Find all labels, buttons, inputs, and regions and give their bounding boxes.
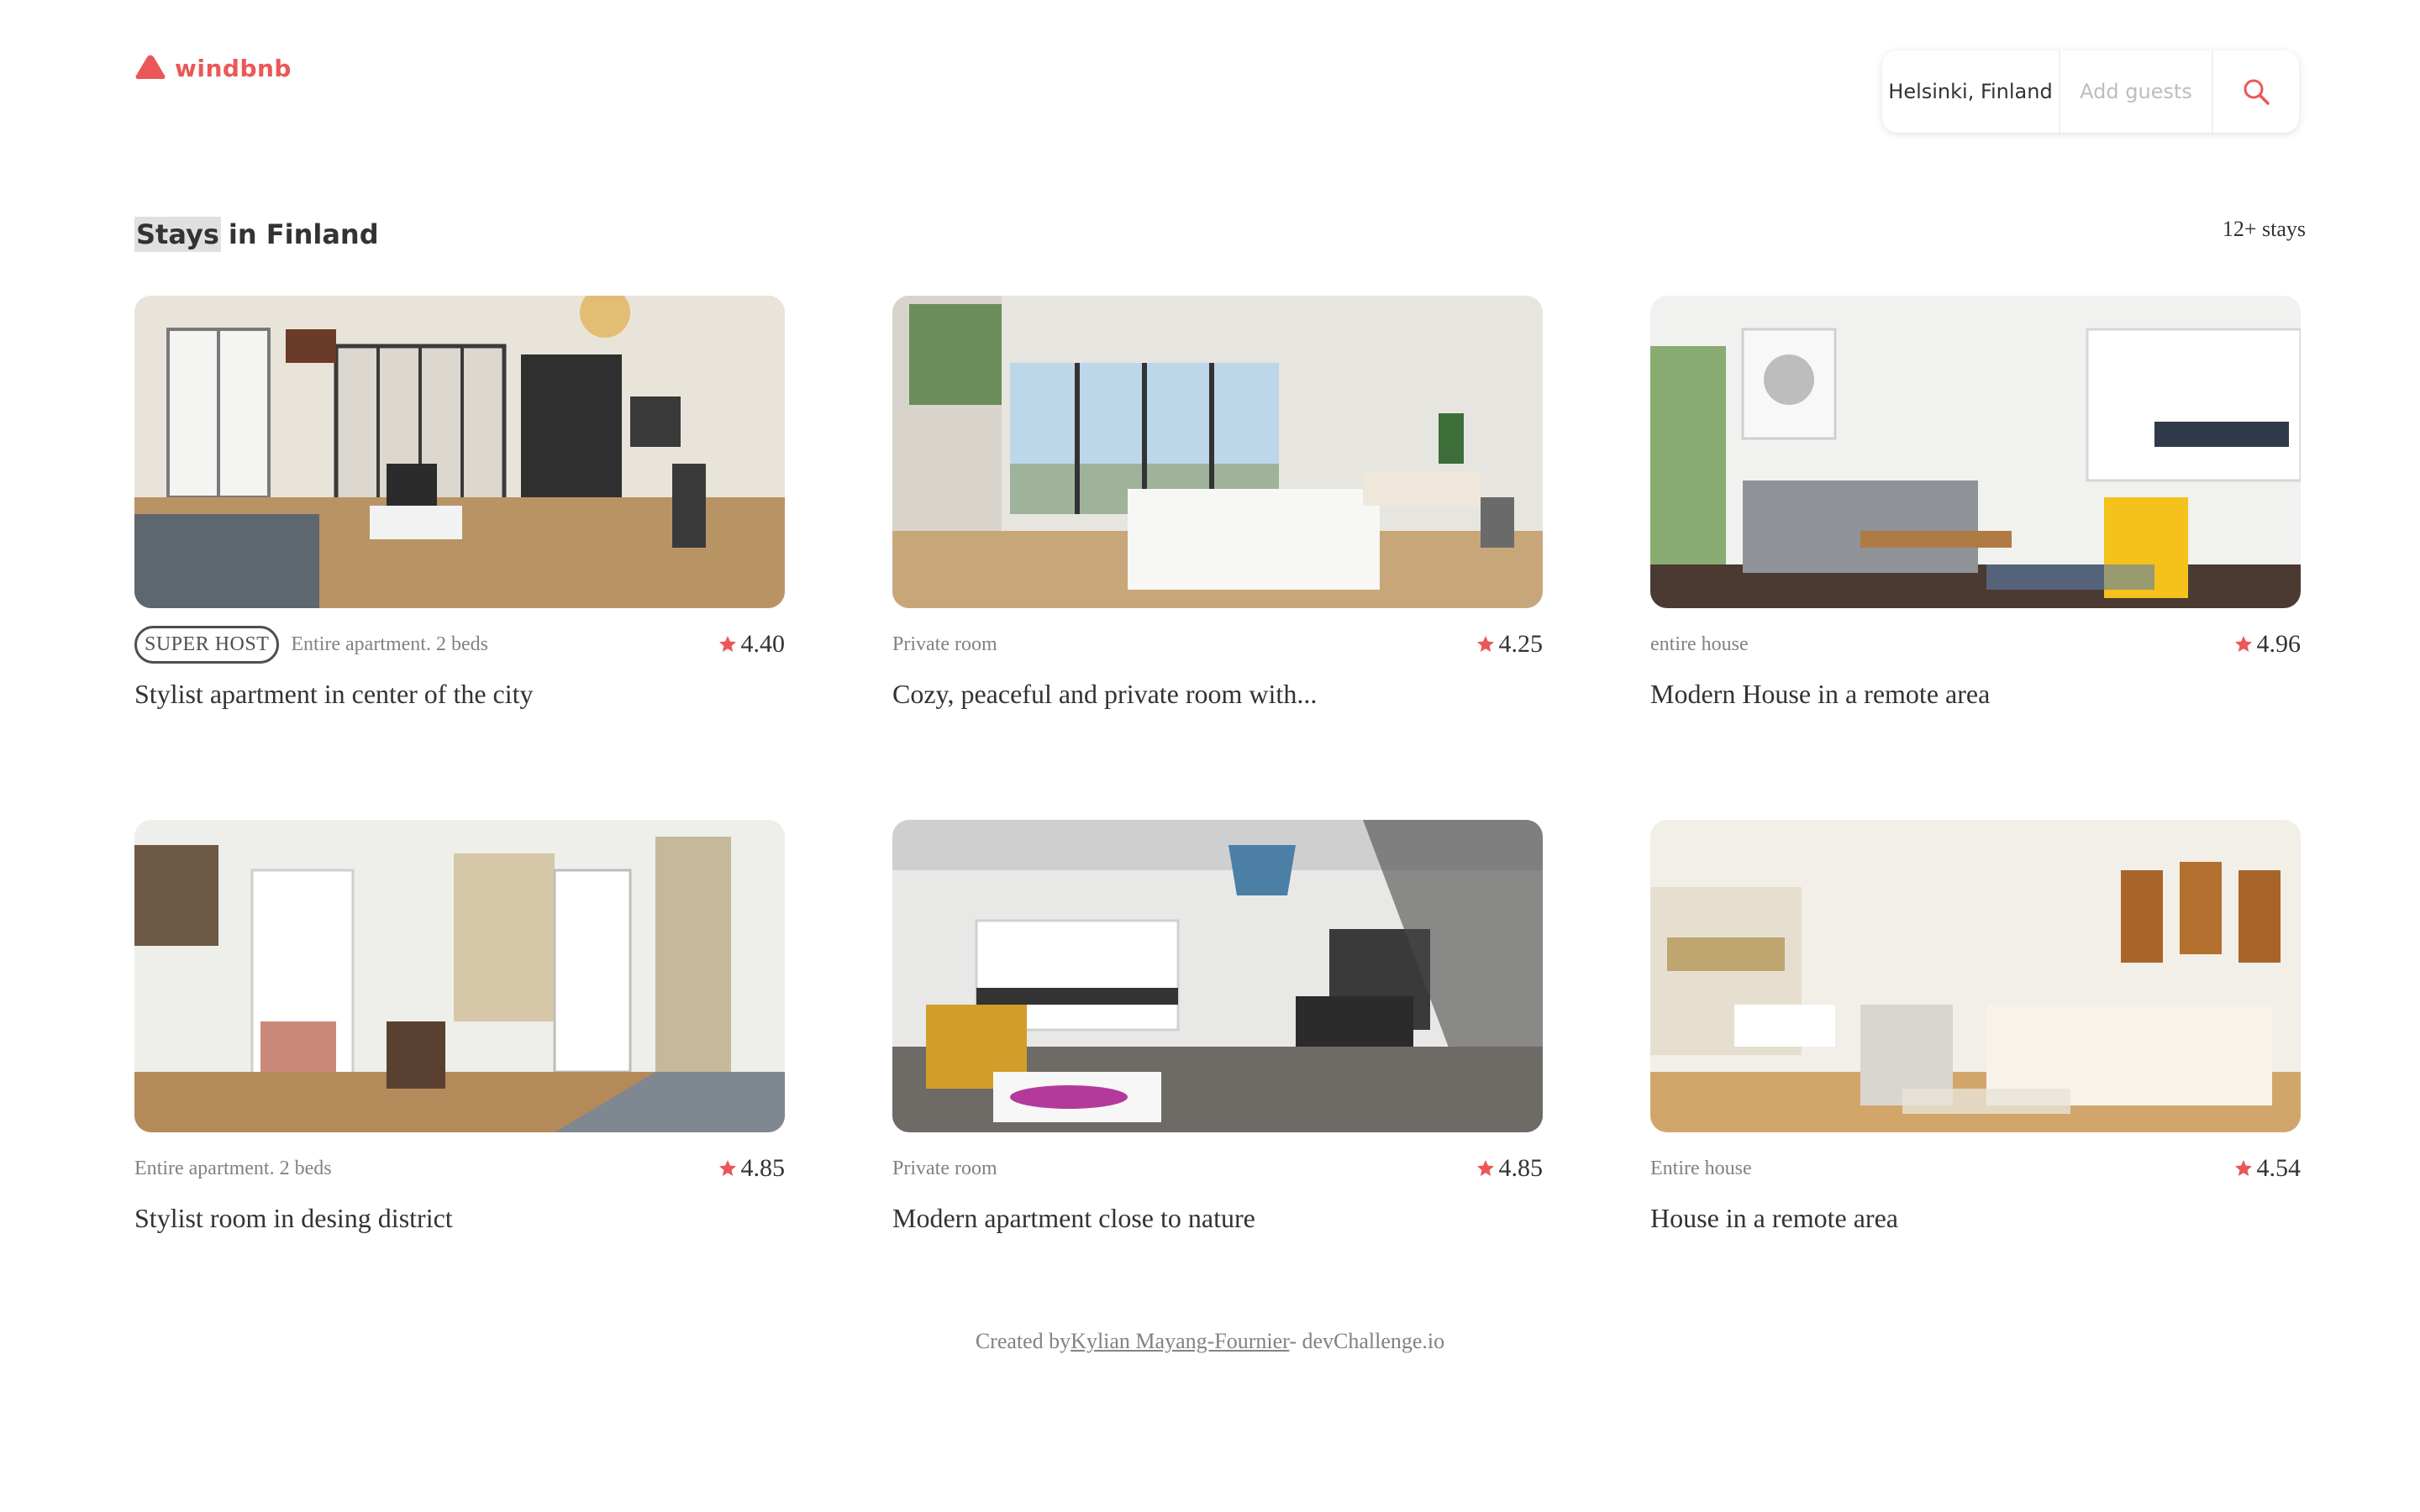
page-title-rest: in Finland [228,218,379,250]
footer-suffix: - devChallenge.io [1289,1329,1445,1353]
stay-rating: 4.85 [718,1147,786,1189]
stay-title[interactable]: Stylist apartment in center of the city [134,679,785,710]
stay-photo[interactable] [134,296,785,608]
author-link[interactable]: Kylian Mayang-Fournier [1071,1329,1289,1353]
stay-type: Entire apartment. 2 beds [291,633,488,655]
stay-card[interactable]: Entire house 4.54 House in a remote area [1650,820,2301,1234]
stay-rating: 4.96 [2233,623,2302,665]
stay-title[interactable]: House in a remote area [1650,1203,2301,1234]
superhost-badge: SUPER HOST [134,625,280,664]
rating-value: 4.96 [2256,630,2302,658]
star-icon [718,1160,736,1176]
stays-count: 12+ stays [2222,217,2306,241]
rating-value: 4.25 [1498,630,1544,658]
room-photo-illustration [892,296,1543,608]
stay-rating: 4.85 [1476,1147,1544,1189]
star-icon [718,636,736,652]
page-title-highlight: Stays [134,217,221,252]
search-button[interactable] [2213,50,2299,133]
stay-title[interactable]: Modern House in a remote area [1650,679,2301,710]
brand-logo[interactable]: windbnb [134,54,292,82]
stay-type: Private room [892,633,997,655]
stay-title[interactable]: Stylist room in desing district [134,1203,785,1234]
room-photo-illustration [1650,820,2301,1132]
location-field[interactable]: Helsinki, Finland [1882,80,2059,103]
rating-value: 4.54 [2256,1154,2302,1182]
brand-name: windbnb [175,54,292,82]
stay-photo[interactable] [892,820,1543,1132]
stay-photo[interactable] [134,820,785,1132]
stay-photo[interactable] [1650,296,2301,608]
stay-type: Entire apartment. 2 beds [134,1157,332,1179]
stay-rating: 4.54 [2233,1147,2302,1189]
star-icon [2234,1160,2252,1176]
stay-card[interactable]: Private room 4.25 Cozy, peaceful and pri… [892,296,1543,710]
rating-value: 4.85 [740,1154,786,1182]
star-icon [1476,1160,1494,1176]
stay-card[interactable]: Entire apartment. 2 beds 4.85 Stylist ro… [134,820,785,1234]
room-photo-illustration [1650,296,2301,608]
stay-rating: 4.40 [718,623,786,665]
stay-rating: 4.25 [1476,623,1544,665]
stay-type: Private room [892,1157,997,1179]
guests-field[interactable]: Add guests [2060,80,2212,103]
rating-value: 4.40 [740,630,786,658]
star-icon [2234,636,2252,652]
footer: Created byKylian Mayang-Fournier- devCha… [0,1329,2420,1354]
room-photo-illustration [892,820,1543,1132]
room-photo-illustration [134,296,785,608]
stay-photo[interactable] [1650,820,2301,1132]
stay-card[interactable]: SUPER HOST Entire apartment. 2 beds 4.40… [134,296,785,710]
stay-title[interactable]: Modern apartment close to nature [892,1203,1543,1234]
search-bar[interactable]: Helsinki, Finland Add guests [1882,50,2299,133]
star-icon [1476,636,1494,652]
rating-value: 4.85 [1498,1154,1544,1182]
stay-card[interactable]: entire house 4.96 Modern House in a remo… [1650,296,2301,710]
page-title: Stays in Finland [134,217,379,252]
footer-prefix: Created by [975,1329,1071,1353]
stay-type: entire house [1650,633,1749,655]
stay-card[interactable]: Private room 4.85 Modern apartment close… [892,820,1543,1234]
room-photo-illustration [134,820,785,1132]
logo-icon [135,55,166,79]
stay-photo[interactable] [892,296,1543,608]
stay-type: Entire house [1650,1157,1752,1179]
search-icon [2244,79,2270,105]
stay-title[interactable]: Cozy, peaceful and private room with... [892,679,1543,710]
